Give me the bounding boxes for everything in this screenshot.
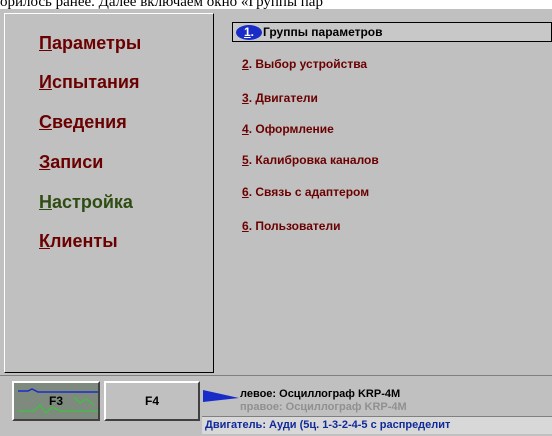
status-bar: F3 F4 левое: Осциллограф KRP-4M правое: … <box>0 375 552 436</box>
menu-item-tests[interactable]: Испытания <box>39 71 139 93</box>
main-menu-panel: Параметры Испытания Сведения Записи Наст… <box>4 13 214 373</box>
document-caption-text: орилось ранее. Далее включаем окно «Груп… <box>0 0 323 9</box>
submenu-item-engines[interactable]: 3. Двигатели <box>242 90 318 106</box>
f4-button[interactable]: F4 <box>104 381 200 421</box>
menu-item-info[interactable]: Сведения <box>39 111 127 133</box>
submenu-item-users[interactable]: 6. Пользователи <box>242 218 340 234</box>
submenu-item-device-select[interactable]: 2. Выбор устройства <box>242 56 367 72</box>
menu-item-settings[interactable]: Настройка <box>39 191 133 213</box>
selection-marker-icon: 1. <box>236 25 262 40</box>
submenu-item-appearance[interactable]: 4. Оформление <box>242 121 334 137</box>
submenu-item-adapter-connection[interactable]: 6. Связь с адаптером <box>242 184 369 200</box>
f3-button[interactable]: F3 <box>12 381 100 421</box>
menu-item-parameters[interactable]: Параметры <box>39 32 141 54</box>
menu-item-records[interactable]: Записи <box>39 151 103 173</box>
submenu-item-parameter-groups[interactable]: 1. Группы параметров <box>232 22 552 42</box>
menu-item-clients[interactable]: Клиенты <box>39 230 118 252</box>
right-channel-label: правое: Осциллограф KRP-4M <box>240 401 407 413</box>
engine-info-line: Двигатель: Ауди (5ц. 1-3-2-4-5 с распред… <box>202 416 552 434</box>
submenu-item-channel-calibration[interactable]: 5. Калибровка каналов <box>242 152 379 168</box>
channel-flag-icon <box>203 390 239 402</box>
left-channel-label: левое: Осциллограф KRP-4M <box>240 388 401 400</box>
app-window: Параметры Испытания Сведения Записи Наст… <box>0 9 552 436</box>
submenu-panel: 1. Группы параметров 2. Выбор устройства… <box>216 9 552 373</box>
